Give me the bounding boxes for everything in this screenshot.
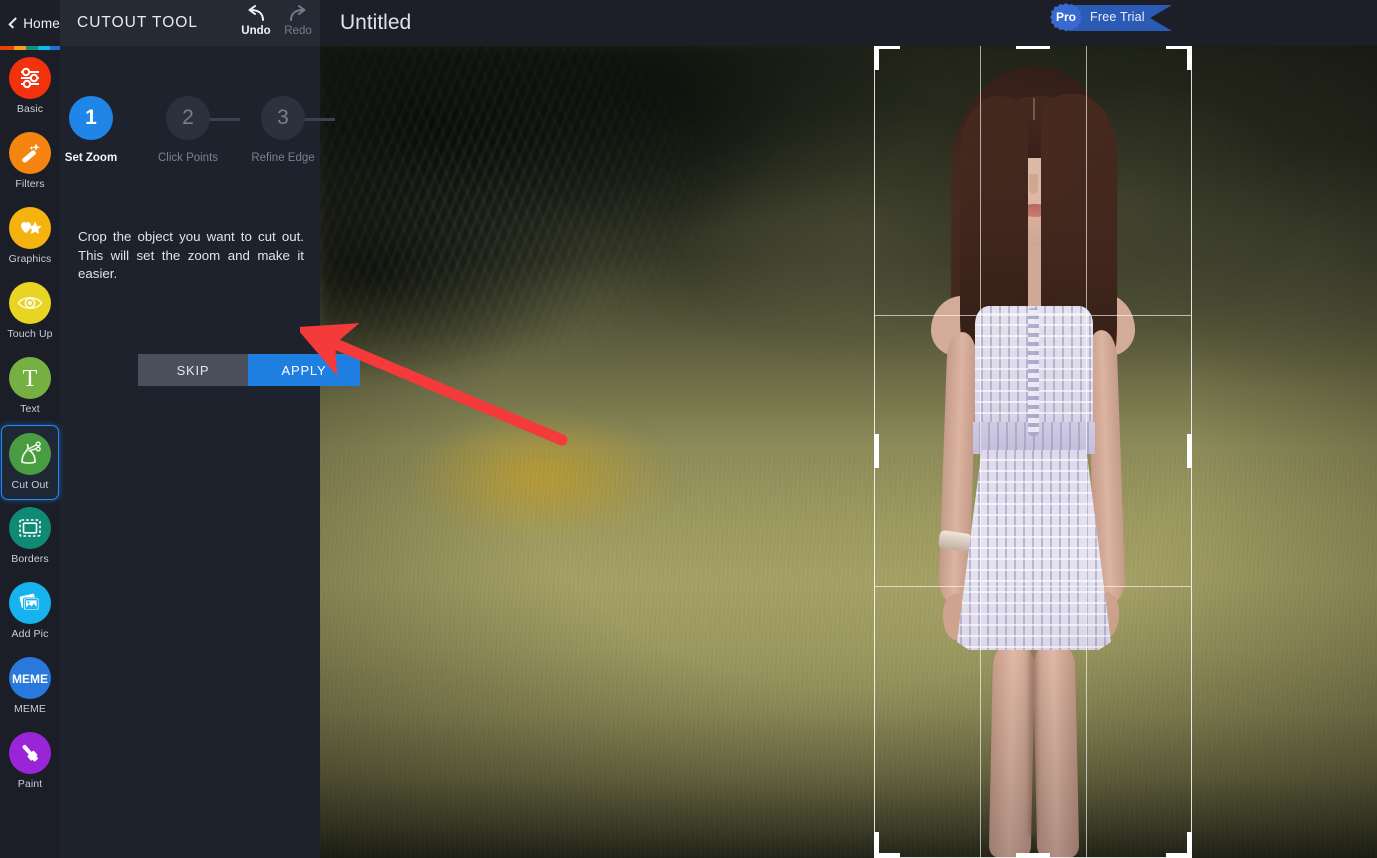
sidebar-item-filters[interactable]: Filters bbox=[0, 125, 60, 200]
sidebar-item-meme[interactable]: MEME MEME bbox=[0, 650, 60, 725]
sidebar-item-paint[interactable]: Paint bbox=[0, 725, 60, 800]
heart-star-icon bbox=[9, 207, 51, 249]
sliders-icon bbox=[9, 57, 51, 99]
redo-icon bbox=[290, 5, 306, 21]
step-3-label: Refine Edge bbox=[251, 152, 315, 164]
wand-icon bbox=[9, 132, 51, 174]
photo-editor-window: Basic Filters Graphics Touch Up T Text C… bbox=[0, 0, 1377, 858]
sidebar-item-borders[interactable]: Borders bbox=[0, 500, 60, 575]
tool-sidebar: Basic Filters Graphics Touch Up T Text C… bbox=[0, 46, 60, 858]
pro-badge-label: Pro bbox=[1055, 10, 1076, 24]
sidebar-item-label: Graphics bbox=[8, 253, 52, 265]
sidebar-item-label: Basic bbox=[16, 103, 44, 115]
sidebar-item-label: Cut Out bbox=[11, 479, 49, 491]
step-2-label: Click Points bbox=[157, 152, 219, 164]
cutout-tool-panel: 1 2 3 Set Zoom Click Points Refine Edge … bbox=[60, 46, 360, 858]
step-3-circle[interactable]: 3 bbox=[261, 96, 305, 140]
undo-button[interactable]: Undo bbox=[235, 4, 277, 44]
crop-handle-right-middle[interactable] bbox=[1187, 434, 1192, 468]
svg-text:T: T bbox=[23, 366, 38, 391]
svg-text:MEME: MEME bbox=[12, 672, 48, 686]
sidebar-item-cut-out[interactable]: Cut Out bbox=[1, 425, 59, 500]
sidebar-item-touch-up[interactable]: Touch Up bbox=[0, 275, 60, 350]
redo-label: Redo bbox=[284, 25, 312, 37]
image-canvas[interactable] bbox=[320, 46, 1377, 858]
text-t-icon: T bbox=[9, 357, 51, 399]
document-title[interactable]: Untitled bbox=[340, 11, 411, 35]
sidebar-item-basic[interactable]: Basic bbox=[0, 50, 60, 125]
sidebar-item-label: Filters bbox=[15, 178, 45, 190]
sidebar-item-label: Text bbox=[20, 403, 40, 415]
crop-handle-top-middle[interactable] bbox=[1016, 46, 1050, 49]
crop-overlay[interactable] bbox=[874, 46, 1192, 858]
skip-button[interactable]: SKIP bbox=[138, 354, 248, 386]
crop-gridline-horizontal-1 bbox=[874, 315, 1192, 316]
ribbon-tail bbox=[1150, 5, 1172, 31]
panel-button-row: SKIP APPLY bbox=[138, 354, 360, 386]
sidebar-item-label: Paint bbox=[17, 778, 43, 790]
top-bar: Home CUTOUT TOOL Undo Redo Untitled Free… bbox=[0, 0, 1377, 46]
step-indicator: 1 2 3 Set Zoom Click Points Refine Edge bbox=[60, 70, 335, 164]
edited-photo bbox=[320, 46, 1377, 858]
sidebar-item-label: Borders bbox=[11, 553, 49, 565]
sidebar-item-list: Basic Filters Graphics Touch Up T Text C… bbox=[0, 50, 60, 800]
home-button-label: Home bbox=[23, 15, 60, 31]
sidebar-item-add-pic[interactable]: Add Pic bbox=[0, 575, 60, 650]
crop-handle-left-middle[interactable] bbox=[874, 434, 879, 468]
step-2-circle[interactable]: 2 bbox=[166, 96, 210, 140]
photo-vignette bbox=[320, 46, 1377, 858]
sidebar-item-graphics[interactable]: Graphics bbox=[0, 200, 60, 275]
sidebar-item-label: Touch Up bbox=[7, 328, 53, 340]
free-trial-label: Free Trial bbox=[1090, 10, 1145, 24]
redo-button[interactable]: Redo bbox=[277, 4, 319, 44]
sidebar-item-label: Add Pic bbox=[11, 628, 49, 640]
brush-icon bbox=[9, 732, 51, 774]
crop-gridline-vertical-2 bbox=[1086, 46, 1087, 858]
photos-icon bbox=[9, 582, 51, 624]
apply-button[interactable]: APPLY bbox=[248, 354, 360, 386]
crop-handle-top-right-v[interactable] bbox=[1187, 46, 1192, 70]
frame-icon bbox=[9, 507, 51, 549]
crop-handle-top-left-v[interactable] bbox=[874, 46, 879, 70]
crop-handle-bottom-right-v[interactable] bbox=[1187, 832, 1192, 858]
crop-handle-bottom-left-v[interactable] bbox=[874, 832, 879, 858]
pro-badge: Pro bbox=[1050, 3, 1082, 32]
undo-icon bbox=[248, 5, 264, 21]
meme-icon: MEME bbox=[9, 657, 51, 699]
tool-title: CUTOUT TOOL bbox=[77, 14, 198, 31]
crop-handle-bottom-middle[interactable] bbox=[1016, 853, 1050, 858]
sidebar-item-label: MEME bbox=[14, 703, 46, 715]
crop-rule-of-thirds-grid bbox=[874, 46, 1192, 858]
sidebar-item-text[interactable]: T Text bbox=[0, 350, 60, 425]
crop-gridline-horizontal-2 bbox=[874, 586, 1192, 587]
instruction-text: Crop the object you want to cut out. Thi… bbox=[78, 229, 304, 281]
undo-label: Undo bbox=[241, 25, 271, 37]
chevron-left-icon bbox=[8, 17, 20, 29]
eye-icon bbox=[9, 282, 51, 324]
step-1-circle[interactable]: 1 bbox=[69, 96, 113, 140]
crop-gridline-vertical-1 bbox=[980, 46, 981, 858]
home-button[interactable]: Home bbox=[0, 0, 60, 46]
scissors-path-icon bbox=[9, 433, 51, 475]
